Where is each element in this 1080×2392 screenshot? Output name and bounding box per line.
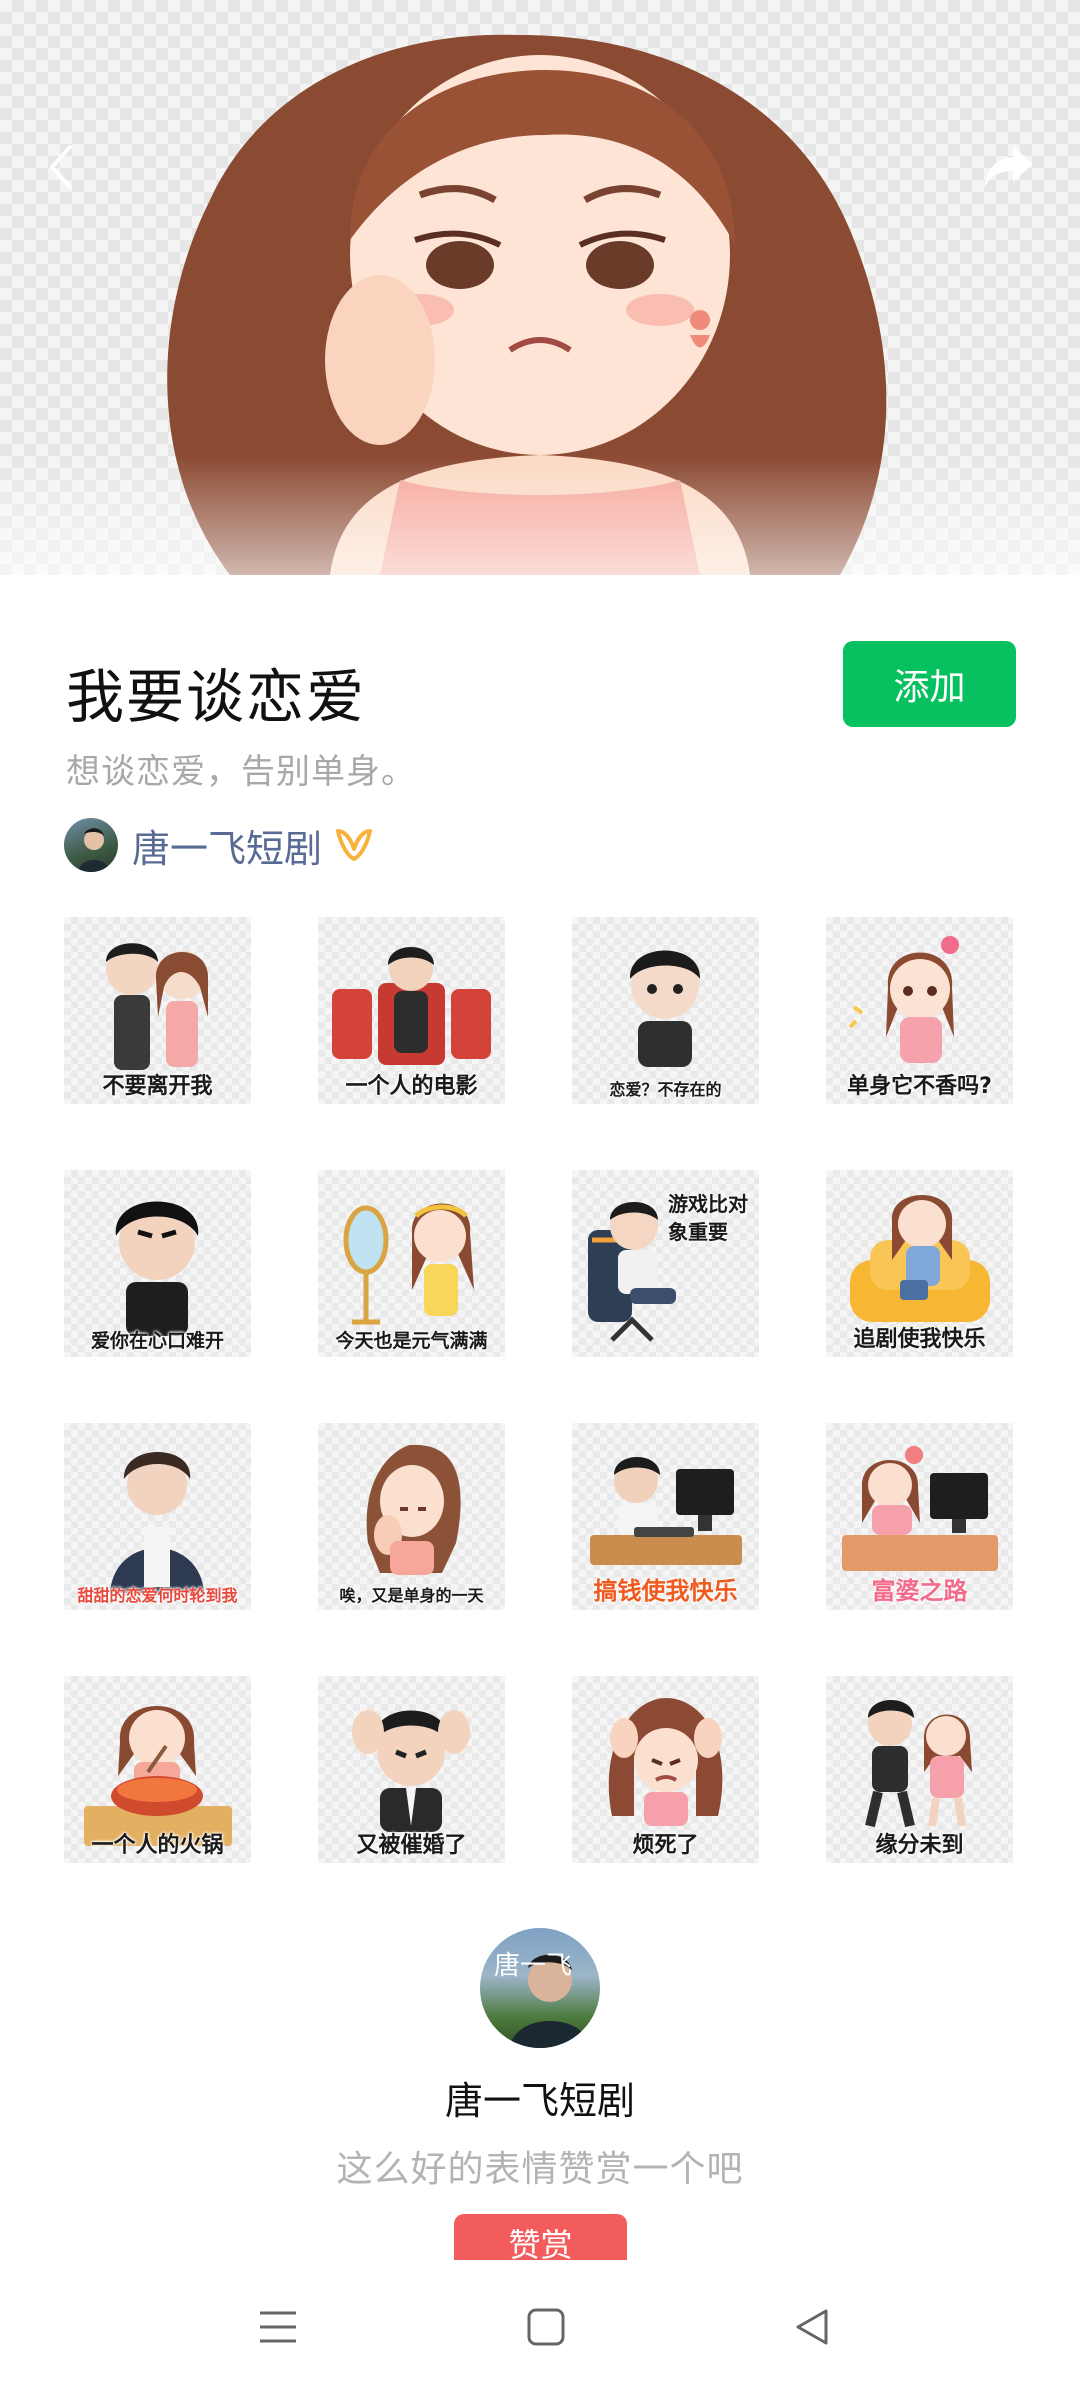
back-button[interactable]: [38, 135, 82, 199]
sticker-caption: 恋爱？不存在的: [609, 1080, 722, 1099]
pack-title: 我要谈恋爱: [66, 663, 367, 731]
sticker-item[interactable]: 缘分未到: [826, 1676, 1013, 1863]
sticker-caption: 单身它不香吗?: [847, 1074, 992, 1099]
banner-fade: [0, 455, 1080, 575]
author-avatar: [64, 818, 118, 872]
sticker-item[interactable]: 又被催婚了: [318, 1676, 505, 1863]
sticker-caption: 富婆之路: [871, 1577, 968, 1605]
sticker-item[interactable]: 今天也是元气满满: [318, 1170, 505, 1357]
triangle-back-icon: [796, 2309, 828, 2345]
chevron-left-icon: [50, 145, 72, 189]
add-pack-button[interactable]: 添加: [843, 641, 1016, 727]
sticker-caption: 追剧使我快乐: [853, 1327, 986, 1352]
sticker-item[interactable]: 爱你在心口难开: [64, 1170, 251, 1357]
sticker-item[interactable]: 追剧使我快乐: [826, 1170, 1013, 1357]
system-back-button[interactable]: [772, 2292, 852, 2362]
sticker-caption: 一个人的电影: [345, 1074, 478, 1099]
sticker-item[interactable]: 游戏比对象重要: [572, 1170, 759, 1357]
sticker-item[interactable]: 甜甜的恋爱何时轮到我: [64, 1423, 251, 1610]
sticker-caption: 爱你在心口难开: [90, 1330, 224, 1352]
reward-author-avatar[interactable]: 唐一飞: [480, 1928, 600, 2048]
sticker-caption: 唉，又是单身的一天: [339, 1586, 484, 1605]
pack-banner: [0, 0, 1080, 575]
sticker-caption: 烦死了: [632, 1833, 699, 1858]
sticker-item[interactable]: 一个人的电影: [318, 917, 505, 1104]
sticker-item[interactable]: 单身它不香吗?: [826, 917, 1013, 1104]
sticker-caption: 搞钱使我快乐: [593, 1577, 738, 1605]
system-navigation-bar: [0, 2262, 1080, 2392]
sticker-caption: 游戏比对象重要: [668, 1192, 748, 1244]
sticker-caption: 今天也是元气满满: [335, 1330, 488, 1352]
square-home-icon: [527, 2308, 565, 2346]
home-button[interactable]: [506, 2292, 586, 2362]
sticker-item[interactable]: 搞钱使我快乐: [572, 1423, 759, 1610]
reward-button[interactable]: 赞赏: [454, 2214, 627, 2260]
sticker-pack-detail-page: 我要谈恋爱 添加 想谈恋爱，告别单身。 唐一飞短剧 不要离开我 一个人的电影 恋…: [0, 0, 1080, 2392]
menu-lines-icon: [260, 2311, 296, 2343]
sticker-caption: 甜甜的恋爱何时轮到我: [77, 1586, 238, 1605]
sticker-caption: 又被催婚了: [356, 1833, 467, 1858]
sticker-caption: 缘分未到: [875, 1833, 964, 1858]
sticker-item[interactable]: 一个人的火锅: [64, 1676, 251, 1863]
author-name: 唐一飞短剧: [132, 826, 323, 871]
recent-apps-button[interactable]: [238, 2292, 318, 2362]
avatar-calligraphy: 唐一飞: [494, 1951, 572, 1981]
sticker-item[interactable]: 富婆之路: [826, 1423, 1013, 1610]
sticker-item[interactable]: 烦死了: [572, 1676, 759, 1863]
sticker-grid: 不要离开我 一个人的电影 恋爱？不存在的 单身它不香吗? 爱你在心口难开 今天也…: [64, 917, 1016, 1863]
pack-description: 想谈恋爱，告别单身。: [66, 752, 416, 792]
sticker-item[interactable]: 恋爱？不存在的: [572, 917, 759, 1104]
sticker-caption: 一个人的火锅: [91, 1833, 224, 1858]
sticker-item[interactable]: 唉，又是单身的一天: [318, 1423, 505, 1610]
share-button[interactable]: [976, 135, 1040, 199]
reward-tip-text: 这么好的表情赞赏一个吧: [336, 2149, 744, 2190]
sticker-item[interactable]: 不要离开我: [64, 917, 251, 1104]
share-arrow-icon: [984, 146, 1033, 188]
reward-author-name: 唐一飞短剧: [444, 2079, 635, 2123]
author-link[interactable]: 唐一飞短剧: [64, 815, 374, 875]
creator-badge-icon: [334, 827, 374, 863]
sticker-caption: 不要离开我: [102, 1074, 213, 1099]
